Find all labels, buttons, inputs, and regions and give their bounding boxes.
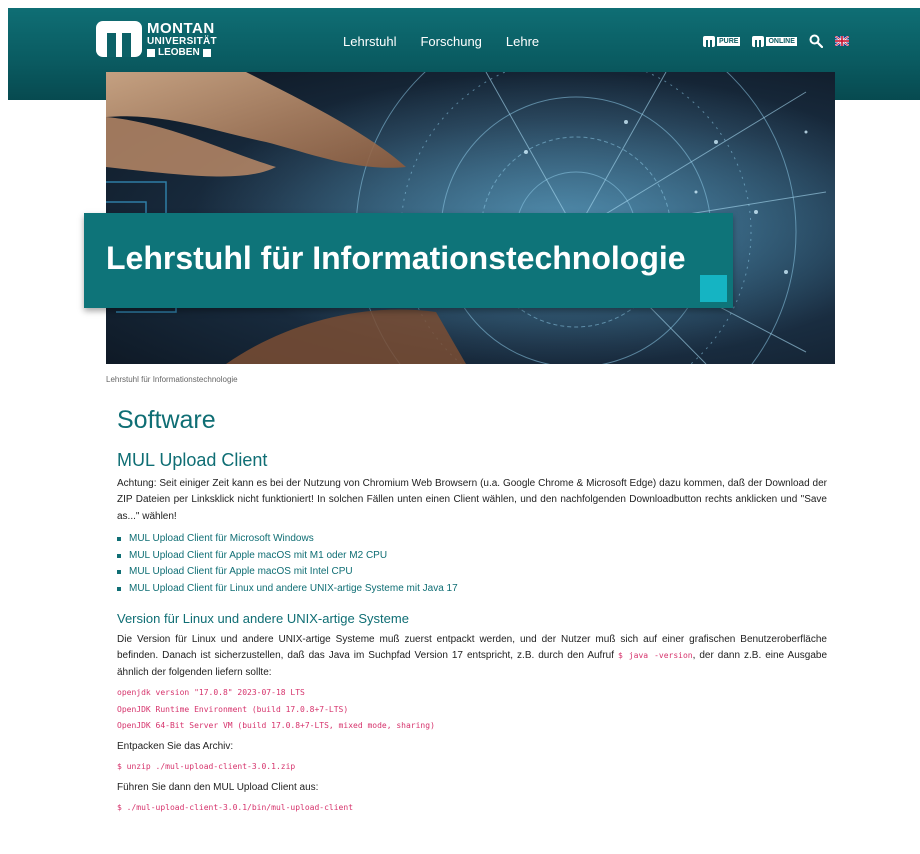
mul-m-icon: [703, 35, 715, 47]
list-item: MUL Upload Client für Apple macOS mit In…: [117, 564, 827, 581]
bullet-icon: [117, 553, 121, 558]
logo-line2: UNIVERSITÄT: [147, 36, 217, 47]
run-text: Führen Sie dann den MUL Upload Client au…: [117, 781, 319, 793]
download-link-macos-arm[interactable]: MUL Upload Client für Apple macOS mit M1…: [129, 548, 387, 565]
breadcrumb[interactable]: Lehrstuhl für Informationstechnologie: [106, 375, 238, 384]
list-item: MUL Upload Client für Apple macOS mit M1…: [117, 548, 827, 565]
run-command-block: $ ./mul-upload-client-3.0.1/bin/mul-uplo…: [117, 800, 827, 817]
logo-line3-row: LEOBEN: [147, 48, 217, 58]
list-item: MUL Upload Client für Microsoft Windows: [117, 531, 827, 548]
nav-lehrstuhl[interactable]: Lehrstuhl: [343, 34, 396, 49]
online-link[interactable]: ONLINE: [752, 35, 797, 47]
search-icon[interactable]: [809, 34, 823, 48]
run-command: $ ./mul-upload-client-3.0.1/bin/mul-uplo…: [117, 803, 354, 813]
code-line: OpenJDK 64-Bit Server VM (build 17.0.8+7…: [117, 721, 435, 731]
logo-line1: MONTAN: [147, 20, 215, 37]
header-tools: PURE ONLINE: [703, 34, 849, 48]
university-logo[interactable]: MONTAN UNIVERSITÄT LEOBEN: [96, 19, 226, 59]
bullet-icon: [117, 586, 121, 591]
download-link-windows[interactable]: MUL Upload Client für Microsoft Windows: [129, 531, 314, 548]
unpack-text: Entpacken Sie das Archiv:: [117, 740, 234, 752]
hero-title: Lehrstuhl für Informationstechnologie: [106, 240, 686, 276]
online-label: ONLINE: [766, 36, 797, 46]
nav-lehre[interactable]: Lehre: [506, 34, 539, 49]
download-link-linux[interactable]: MUL Upload Client für Linux und andere U…: [129, 581, 458, 598]
warning-text: Achtung: Seit einiger Zeit kann es bei d…: [117, 477, 827, 522]
bullet-icon: [117, 570, 121, 575]
hero-title-banner: Lehrstuhl für Informationstechnologie: [84, 213, 733, 308]
linux-instructions: Die Version für Linux und andere UNIX-ar…: [117, 632, 827, 682]
inline-code-java-version: $ java -version: [617, 651, 693, 661]
download-link-list: MUL Upload Client für Microsoft Windows …: [117, 531, 827, 597]
section-heading-linux: Version für Linux und andere UNIX-artige…: [117, 611, 409, 627]
code-line: openjdk version "17.0.8" 2023-07-18 LTS: [117, 688, 305, 698]
logo-square-right: [202, 49, 211, 57]
main-content: Software MUL Upload Client Achtung: Seit…: [117, 405, 827, 817]
pure-link[interactable]: PURE: [703, 35, 741, 47]
accent-square: [700, 275, 727, 302]
unpack-command: $ unzip ./mul-upload-client-3.0.1.zip: [117, 762, 296, 772]
java-output-block: openjdk version "17.0.8" 2023-07-18 LTS …: [117, 685, 827, 735]
list-item: MUL Upload Client für Linux und andere U…: [117, 581, 827, 598]
logo-line3: LEOBEN: [158, 47, 200, 58]
pure-label: PURE: [717, 36, 741, 46]
page-title: Software: [117, 406, 216, 434]
mul-m-icon: [752, 35, 765, 47]
logo-square-left: [147, 49, 155, 57]
uk-flag-icon[interactable]: [834, 36, 849, 46]
unpack-command-block: $ unzip ./mul-upload-client-3.0.1.zip: [117, 759, 827, 776]
main-nav: Lehrstuhl Forschung Lehre: [343, 34, 539, 49]
logo-mark-icon: [96, 21, 142, 57]
download-link-macos-intel[interactable]: MUL Upload Client für Apple macOS mit In…: [129, 564, 353, 581]
bullet-icon: [117, 537, 121, 542]
logo-text: MONTAN UNIVERSITÄT LEOBEN: [147, 21, 217, 58]
nav-forschung[interactable]: Forschung: [420, 34, 481, 49]
code-line: OpenJDK Runtime Environment (build 17.0.…: [117, 704, 349, 714]
section-heading-upload-client: MUL Upload Client: [117, 450, 268, 470]
